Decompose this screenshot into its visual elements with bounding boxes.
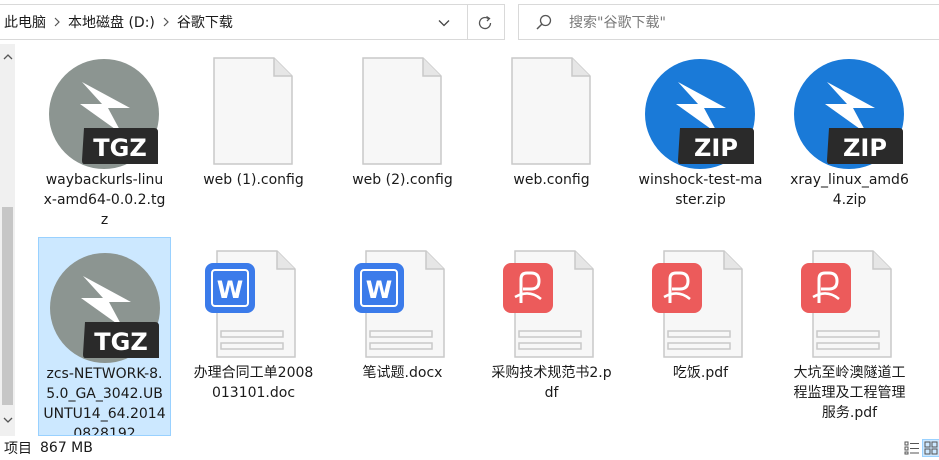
search-icon bbox=[533, 12, 555, 32]
zip-archive-icon: ZIP bbox=[794, 59, 904, 169]
file-item[interactable]: 吃饭.pdf bbox=[634, 237, 767, 383]
svg-text:ZIP: ZIP bbox=[843, 134, 887, 162]
divider bbox=[467, 5, 468, 39]
file-item[interactable]: web.config bbox=[485, 44, 618, 190]
file-icon: TGZ bbox=[38, 44, 171, 170]
file-name: web (1).config bbox=[203, 172, 304, 188]
large-icons-view-icon[interactable] bbox=[922, 439, 939, 457]
file-name: xray_linux_amd64.zip bbox=[790, 172, 909, 208]
file-icon bbox=[485, 44, 618, 170]
svg-text:TGZ: TGZ bbox=[94, 328, 147, 356]
file-name: 笔试题.docx bbox=[362, 365, 443, 381]
tgz-archive-icon: TGZ bbox=[50, 253, 160, 363]
address-bar[interactable]: 此电脑 本地磁盘 (D:) 谷歌下载 bbox=[0, 4, 505, 40]
file-name: 采购技术规范书2.pdf bbox=[491, 365, 612, 401]
chevron-right-icon[interactable] bbox=[50, 15, 64, 29]
file-item[interactable]: ZIP xray_linux_amd64.zip bbox=[783, 44, 916, 210]
svg-text:ZIP: ZIP bbox=[694, 134, 738, 162]
file-name: 大坑至岭澳隧道工程监理及工程管理服务.pdf bbox=[793, 365, 906, 421]
details-view-icon[interactable] bbox=[903, 439, 921, 457]
scrollbar-thumb[interactable] bbox=[2, 207, 13, 405]
file-icon bbox=[336, 44, 469, 170]
file-grid: TGZ waybackurls-linux-amd64-0.0.2.tgz web … bbox=[38, 44, 939, 436]
file-item[interactable]: 大坑至岭澳隧道工程监理及工程管理服务.pdf bbox=[783, 237, 916, 423]
pdf-document-icon bbox=[652, 250, 743, 358]
file-name: zcs-NETWORK-8.5.0_GA_3042.UBUNTU14_64.20… bbox=[43, 366, 166, 436]
file-icon: ZIP bbox=[783, 44, 916, 170]
blank-document-icon bbox=[511, 57, 591, 165]
item-count: 项目 bbox=[4, 441, 32, 457]
file-icon bbox=[634, 237, 767, 363]
search-box[interactable]: 搜索"谷歌下载" bbox=[518, 4, 939, 40]
file-name: web (2).config bbox=[352, 172, 453, 188]
breadcrumb-local-disk[interactable]: 本地磁盘 (D:) bbox=[64, 12, 159, 32]
file-item[interactable]: TGZ zcs-NETWORK-8.5.0_GA_3042.UBUNTU14_64… bbox=[38, 237, 171, 436]
blank-document-icon bbox=[213, 57, 293, 165]
file-icon bbox=[485, 237, 618, 363]
word-document-icon: W bbox=[354, 250, 445, 358]
file-icon bbox=[187, 44, 320, 170]
file-item[interactable]: 采购技术规范书2.pdf bbox=[485, 237, 618, 403]
file-item[interactable]: web (1).config bbox=[187, 44, 320, 190]
file-icon: TGZ bbox=[39, 238, 170, 364]
file-item[interactable]: ZIP winshock-test-master.zip bbox=[634, 44, 767, 210]
tgz-archive-icon: TGZ bbox=[49, 59, 159, 169]
vertical-scrollbar[interactable] bbox=[0, 44, 15, 436]
breadcrumb-current-folder[interactable]: 谷歌下载 bbox=[173, 12, 237, 32]
status-bar: 项目 867 MB bbox=[0, 436, 939, 460]
svg-text:W: W bbox=[217, 276, 243, 304]
scroll-up-icon[interactable] bbox=[0, 50, 15, 62]
pdf-document-icon bbox=[801, 250, 892, 358]
file-name: 吃饭.pdf bbox=[672, 365, 729, 381]
chevron-right-icon[interactable] bbox=[159, 15, 173, 29]
file-item[interactable]: TGZ waybackurls-linux-amd64-0.0.2.tgz bbox=[38, 44, 171, 230]
file-icon: W bbox=[336, 237, 469, 363]
file-name: 办理合同工单2008013101.doc bbox=[193, 365, 314, 401]
total-size: 867 MB bbox=[40, 440, 93, 456]
blank-document-icon bbox=[362, 57, 442, 165]
svg-text:TGZ: TGZ bbox=[93, 134, 146, 162]
file-name: waybackurls-linux-amd64-0.0.2.tgz bbox=[43, 172, 166, 228]
pdf-document-icon bbox=[503, 250, 594, 358]
word-document-icon: W bbox=[205, 250, 296, 358]
file-icon: W bbox=[187, 237, 320, 363]
zip-archive-icon: ZIP bbox=[645, 59, 755, 169]
file-icon: ZIP bbox=[634, 44, 767, 170]
file-name: winshock-test-master.zip bbox=[638, 172, 763, 208]
chevron-down-icon[interactable] bbox=[434, 14, 454, 32]
file-name: web.config bbox=[513, 172, 590, 188]
svg-text:W: W bbox=[366, 276, 392, 304]
file-item[interactable]: W 办理合同工单2008013101.doc bbox=[187, 237, 320, 403]
breadcrumb-this-pc[interactable]: 此电脑 bbox=[0, 12, 50, 32]
search-input[interactable]: 搜索"谷歌下载" bbox=[569, 12, 666, 32]
file-item[interactable]: web (2).config bbox=[336, 44, 469, 190]
scroll-down-icon[interactable] bbox=[0, 414, 15, 426]
file-item[interactable]: W 笔试题.docx bbox=[336, 237, 469, 383]
refresh-icon[interactable] bbox=[474, 13, 496, 33]
file-icon bbox=[783, 237, 916, 363]
top-bar: 此电脑 本地磁盘 (D:) 谷歌下载 搜索"谷歌下载" bbox=[0, 0, 939, 44]
